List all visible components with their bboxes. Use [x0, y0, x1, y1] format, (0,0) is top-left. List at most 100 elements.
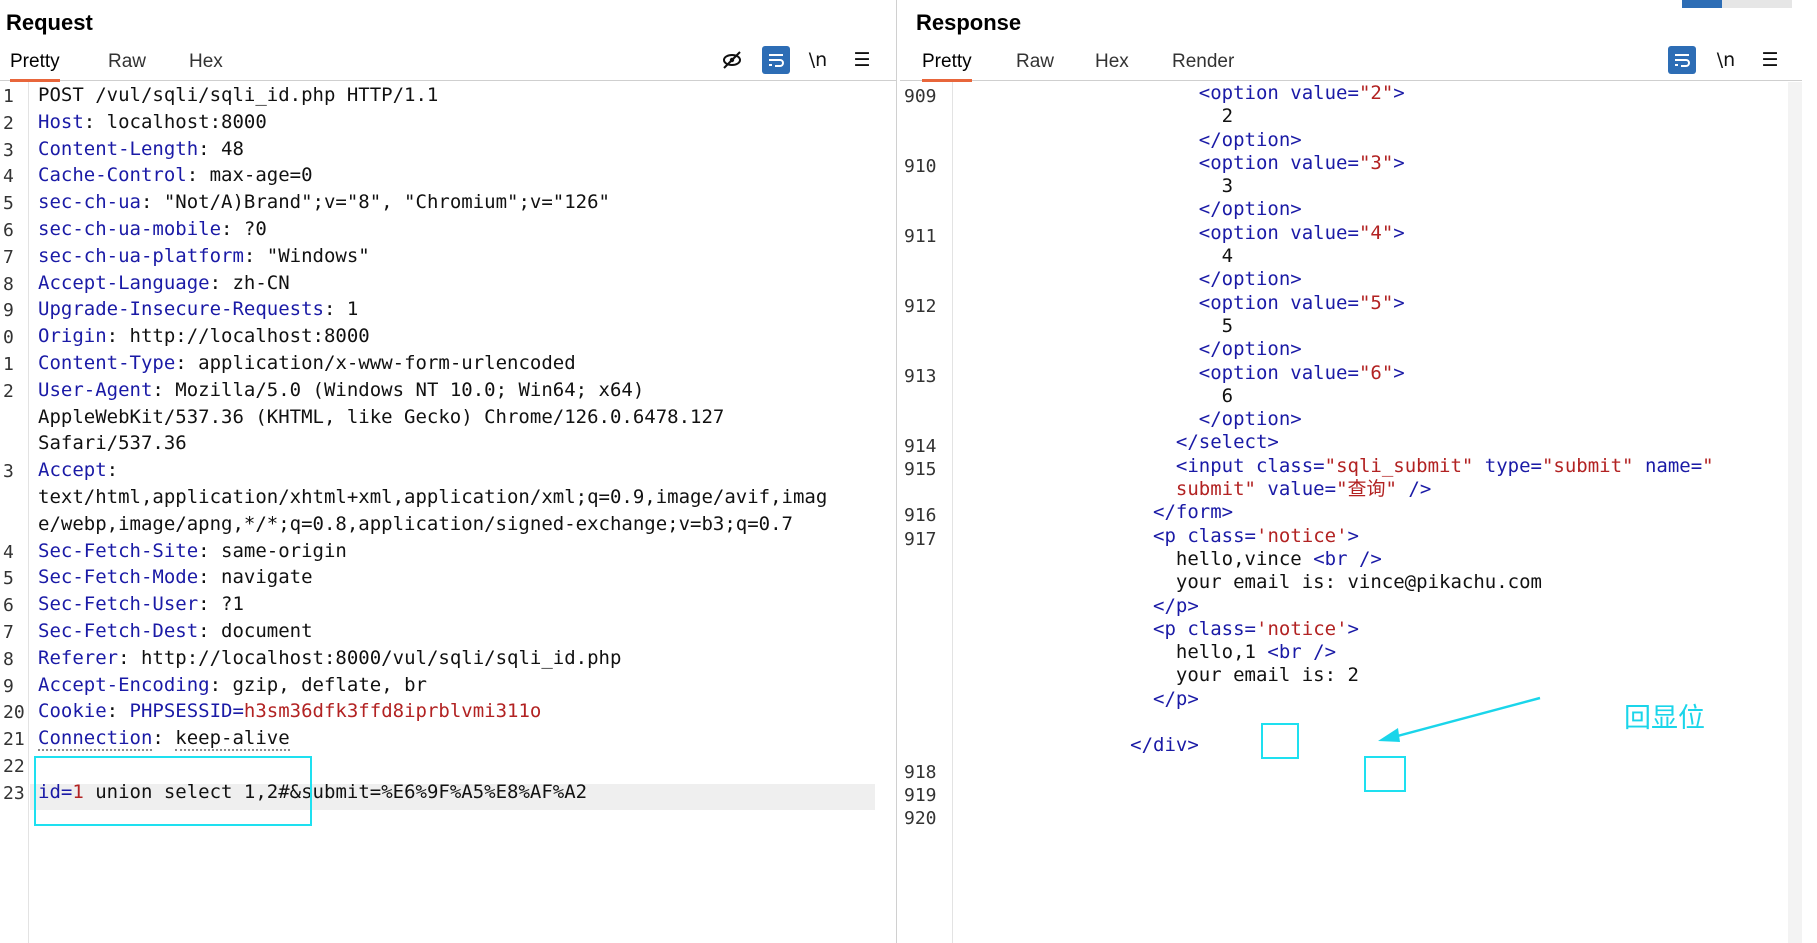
header-name: Cookie: [38, 700, 107, 723]
header-name: Accept-Encoding: [38, 673, 210, 696]
response-line: </option>: [970, 268, 1714, 291]
eye-slash-icon[interactable]: [718, 46, 746, 74]
request-title: Request: [6, 10, 93, 35]
request-line: Content-Length: 48: [38, 136, 827, 163]
request-line: Accept-Encoding: gzip, deflate, br: [38, 672, 827, 699]
tab-hex[interactable]: Hex: [1095, 51, 1129, 79]
response-line: </option>: [970, 408, 1714, 431]
header-name: Origin: [38, 325, 107, 348]
newline-toggle-icon[interactable]: \n: [804, 46, 832, 74]
line-number: 910: [904, 155, 937, 177]
menu-icon[interactable]: ☰: [1756, 46, 1784, 74]
line-number: 2: [3, 380, 14, 402]
response-line: </form>: [970, 501, 1714, 524]
line-number: 6: [3, 220, 14, 241]
request-line: Sec-Fetch-Dest: document: [38, 618, 827, 645]
header-value: max-age=0: [209, 164, 313, 187]
code-token: >: [1393, 291, 1405, 314]
layout-toggle[interactable]: [1682, 0, 1792, 8]
wrap-icon[interactable]: [1668, 46, 1696, 74]
response-editor[interactable]: <option value="2"> 2 </option> <option v…: [970, 82, 1714, 828]
wrap-icon[interactable]: [762, 46, 790, 74]
line-number: 4: [3, 541, 14, 563]
line-number: 0: [3, 327, 14, 349]
echo-box-2: [1364, 756, 1406, 792]
line-number: 1: [3, 354, 14, 375]
code-token: />: [1408, 478, 1432, 501]
code-token: <br />: [1313, 547, 1382, 570]
code-token: "4": [1358, 221, 1394, 244]
code-token: </option>: [1198, 408, 1302, 431]
request-line: Cookie: PHPSESSID=h3sm36dfk3ffd8iprblvmi…: [38, 698, 827, 725]
request-line: Sec-Fetch-Site: same-origin: [38, 538, 827, 565]
colon: :: [83, 110, 107, 133]
code-token: >: [1347, 617, 1359, 640]
header-value: same-origin: [221, 539, 347, 562]
code-token: <option: [1198, 291, 1291, 314]
menu-icon[interactable]: ☰: [848, 46, 876, 74]
tab-hex[interactable]: Hex: [189, 51, 223, 79]
header-value: ?0: [243, 217, 267, 240]
header-value: http://localhost:8000: [129, 325, 370, 348]
request-line: Accept:: [38, 457, 827, 484]
line-number: 6: [3, 595, 14, 617]
tab-raw[interactable]: Raw: [108, 51, 146, 79]
response-line: hello,vince <br />: [970, 548, 1714, 571]
code-token: <p: [1153, 617, 1188, 640]
response-line: [970, 758, 1714, 781]
response-line: submit" value="查询" />: [970, 478, 1714, 501]
tab-pretty[interactable]: Pretty: [922, 51, 972, 82]
header-name: sec-ch-ua: [38, 191, 141, 214]
request-line: Cache-Control: max-age=0: [38, 162, 827, 189]
line-number: 913: [904, 365, 937, 387]
code-token: </form>: [1153, 501, 1234, 524]
code-token: >: [1393, 151, 1405, 174]
newline-toggle-icon[interactable]: \n: [1712, 46, 1740, 74]
code-token: 'notice': [1256, 617, 1348, 640]
tab-pretty[interactable]: Pretty: [10, 51, 60, 82]
request-line: POST /vul/sqli/sqli_id.php HTTP/1.1: [38, 82, 827, 109]
code-token: <input: [1175, 454, 1256, 477]
response-tabs: Pretty Raw Hex Render: [900, 48, 1802, 82]
colon: :: [209, 271, 233, 294]
code-token: type=: [1484, 454, 1542, 477]
code-token: class=: [1255, 454, 1325, 477]
request-line: Sec-Fetch-User: ?1: [38, 591, 827, 618]
header-name: Accept-Language: [38, 271, 210, 294]
colon: :: [323, 298, 347, 321]
response-scrollbar[interactable]: [1788, 82, 1802, 943]
header-name: Content-Length: [38, 137, 199, 160]
colon: :: [209, 673, 233, 696]
response-line: <option value="6">: [970, 362, 1714, 385]
header-value: 48: [221, 137, 244, 160]
tab-raw[interactable]: Raw: [1016, 51, 1054, 79]
code-token: "6": [1358, 361, 1394, 384]
header-value: ?1: [221, 593, 244, 616]
response-line: </option>: [970, 338, 1714, 361]
code-token: 4: [1221, 245, 1234, 268]
response-line: <option value="2">: [970, 82, 1714, 105]
response-line: </p>: [970, 595, 1714, 618]
header-name: Content-Type: [38, 351, 176, 374]
payload-highlight-box: [34, 756, 312, 826]
request-editor[interactable]: POST /vul/sqli/sqli_id.php HTTP/1.1 Host:…: [38, 82, 827, 806]
code-token: </p>: [1153, 594, 1199, 617]
line-number: 5: [3, 568, 14, 590]
code-token: >: [1393, 361, 1405, 384]
header-value: "Not/A)Brand";v="8", "Chromium";v="126": [163, 191, 610, 214]
line-number: 9: [3, 300, 14, 322]
header-value: "Windows": [266, 244, 370, 267]
colon: :: [198, 137, 222, 160]
tab-render[interactable]: Render: [1172, 51, 1234, 79]
line-number: 912: [904, 295, 937, 317]
annotation-label: 回显位: [1624, 703, 1705, 734]
